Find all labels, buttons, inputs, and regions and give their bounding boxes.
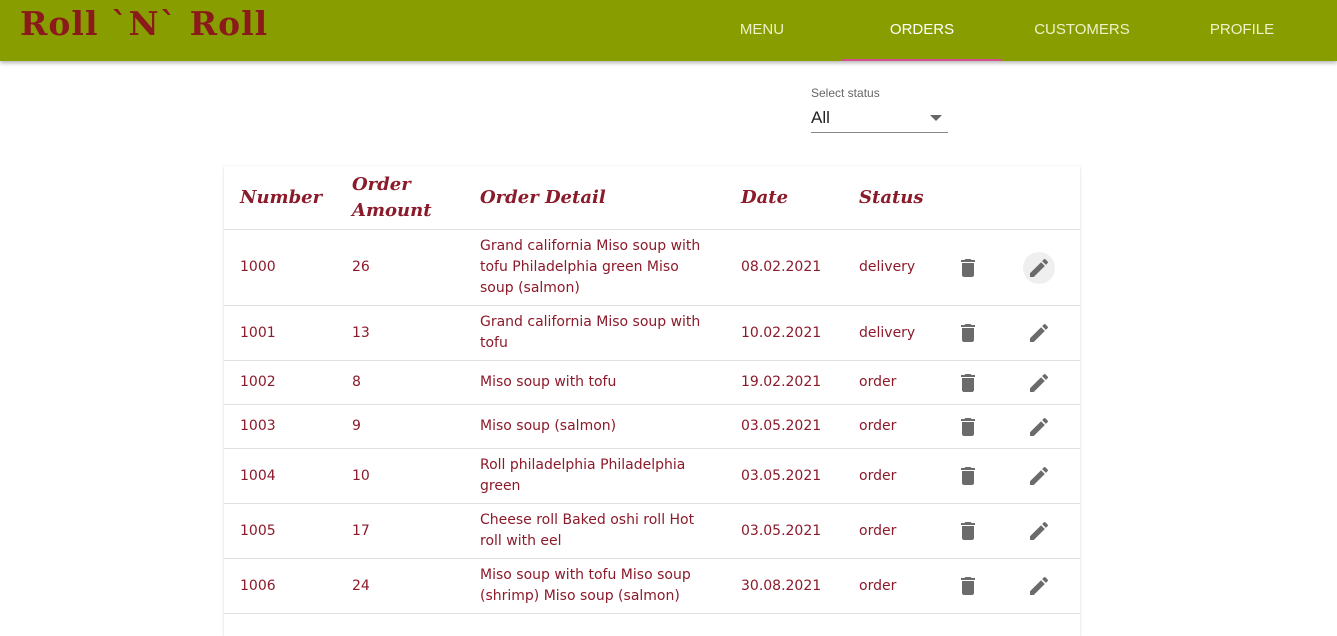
- edit-button[interactable]: [1023, 570, 1055, 602]
- cell-order-detail: Miso soup with tofu: [464, 360, 725, 405]
- cell-number: 1000: [224, 229, 336, 306]
- app-bar: Roll `N` Roll MENU ORDERS CUSTOMERS PROF…: [0, 0, 1337, 61]
- orders-table: Number Order Amount Order Detail Date St…: [224, 166, 1080, 614]
- tab-customers[interactable]: CUSTOMERS: [1002, 0, 1162, 61]
- delete-button[interactable]: [952, 460, 984, 492]
- header-order-amount: Order Amount: [336, 166, 464, 230]
- header-status: Status: [843, 166, 936, 230]
- delete-button[interactable]: [952, 317, 984, 349]
- cell-status: order: [843, 558, 936, 614]
- cell-date: 03.05.2021: [725, 404, 843, 449]
- edit-button[interactable]: [1023, 317, 1055, 349]
- edit-button[interactable]: [1023, 460, 1055, 492]
- edit-button[interactable]: [1023, 515, 1055, 547]
- cell-number: 1003: [224, 404, 336, 449]
- cell-order-amount: 24: [336, 558, 464, 614]
- table-row: 1004 10 Roll philadelphia Philadelphia gre…: [224, 448, 1080, 504]
- cell-order-detail: Roll philadelphia Philadelphia green: [464, 448, 725, 504]
- status-select-value[interactable]: All: [811, 108, 830, 128]
- tab-orders[interactable]: ORDERS: [842, 0, 1002, 61]
- cell-edit: [1007, 558, 1080, 614]
- cell-order-detail: Grand california Miso soup with tofu: [464, 305, 725, 361]
- cell-order-amount: 26: [336, 229, 464, 306]
- table-row: 1001 13 Grand california Miso soup with to…: [224, 305, 1080, 361]
- cell-date: 19.02.2021: [725, 360, 843, 405]
- cell-edit: [1007, 503, 1080, 559]
- table-row: 1005 17 Cheese roll Baked oshi roll Hot ro…: [224, 503, 1080, 559]
- header-delete: [936, 166, 1007, 230]
- cell-edit: [1007, 404, 1080, 449]
- table-row: 1003 9 Miso soup (salmon) 03.05.2021 order: [224, 404, 1080, 449]
- status-select[interactable]: Select status All: [811, 84, 948, 134]
- table-row: 1002 8 Miso soup with tofu 19.02.2021 order: [224, 360, 1080, 405]
- cell-order-detail: Cheese roll Baked oshi roll Hot roll wit…: [464, 503, 725, 559]
- delete-button[interactable]: [952, 367, 984, 399]
- header-number: Number: [224, 166, 336, 230]
- status-select-underline: [811, 132, 948, 133]
- cell-order-amount: 17: [336, 503, 464, 559]
- cell-delete: [936, 503, 1007, 559]
- edit-button[interactable]: [1023, 411, 1055, 443]
- cell-number: 1004: [224, 448, 336, 504]
- cell-status: order: [843, 404, 936, 449]
- edit-button[interactable]: [1023, 251, 1055, 284]
- cell-delete: [936, 448, 1007, 504]
- cell-date: 10.02.2021: [725, 305, 843, 361]
- cell-number: 1005: [224, 503, 336, 559]
- cell-edit: [1007, 360, 1080, 405]
- tab-profile[interactable]: PROFILE: [1162, 0, 1322, 61]
- dropdown-arrow-icon[interactable]: [930, 115, 942, 121]
- cell-date: 03.05.2021: [725, 448, 843, 504]
- cell-edit: [1007, 305, 1080, 361]
- cell-status: order: [843, 503, 936, 559]
- edit-button[interactable]: [1023, 367, 1055, 399]
- delete-button[interactable]: [952, 411, 984, 443]
- cell-number: 1006: [224, 558, 336, 614]
- cell-delete: [936, 305, 1007, 361]
- delete-button[interactable]: [952, 515, 984, 547]
- cell-number: 1002: [224, 360, 336, 405]
- delete-button[interactable]: [952, 570, 984, 602]
- cell-edit: [1007, 448, 1080, 504]
- app-logo: Roll `N` Roll: [20, 4, 269, 43]
- cell-delete: [936, 360, 1007, 405]
- cell-edit: [1007, 229, 1080, 306]
- cell-delete: [936, 558, 1007, 614]
- cell-order-amount: 8: [336, 360, 464, 405]
- cell-delete: [936, 229, 1007, 306]
- cell-number: 1001: [224, 305, 336, 361]
- table-body: 1000 26 Grand california Miso soup with to…: [224, 229, 1080, 614]
- status-select-label: Select status: [811, 86, 880, 100]
- orders-table-card: Number Order Amount Order Detail Date St…: [224, 166, 1080, 636]
- tab-menu[interactable]: MENU: [682, 0, 842, 61]
- header-date: Date: [725, 166, 843, 230]
- cell-status: delivery: [843, 229, 936, 306]
- cell-order-amount: 13: [336, 305, 464, 361]
- table-header: Number Order Amount Order Detail Date St…: [224, 166, 1080, 230]
- header-order-detail: Order Detail: [464, 166, 725, 230]
- cell-order-amount: 9: [336, 404, 464, 449]
- cell-delete: [936, 404, 1007, 449]
- delete-button[interactable]: [952, 252, 984, 284]
- cell-order-detail: Miso soup with tofu Miso soup (shrimp) M…: [464, 558, 725, 614]
- cell-status: order: [843, 448, 936, 504]
- table-row: 1000 26 Grand california Miso soup with to…: [224, 229, 1080, 306]
- cell-date: 03.05.2021: [725, 503, 843, 559]
- header-edit: [1007, 166, 1080, 230]
- cell-order-detail: Miso soup (salmon): [464, 404, 725, 449]
- cell-date: 08.02.2021: [725, 229, 843, 306]
- cell-status: order: [843, 360, 936, 405]
- cell-order-detail: Grand california Miso soup with tofu Phi…: [464, 229, 725, 306]
- cell-date: 30.08.2021: [725, 558, 843, 614]
- cell-order-amount: 10: [336, 448, 464, 504]
- table-row: 1006 24 Miso soup with tofu Miso soup (shr…: [224, 558, 1080, 614]
- cell-status: delivery: [843, 305, 936, 361]
